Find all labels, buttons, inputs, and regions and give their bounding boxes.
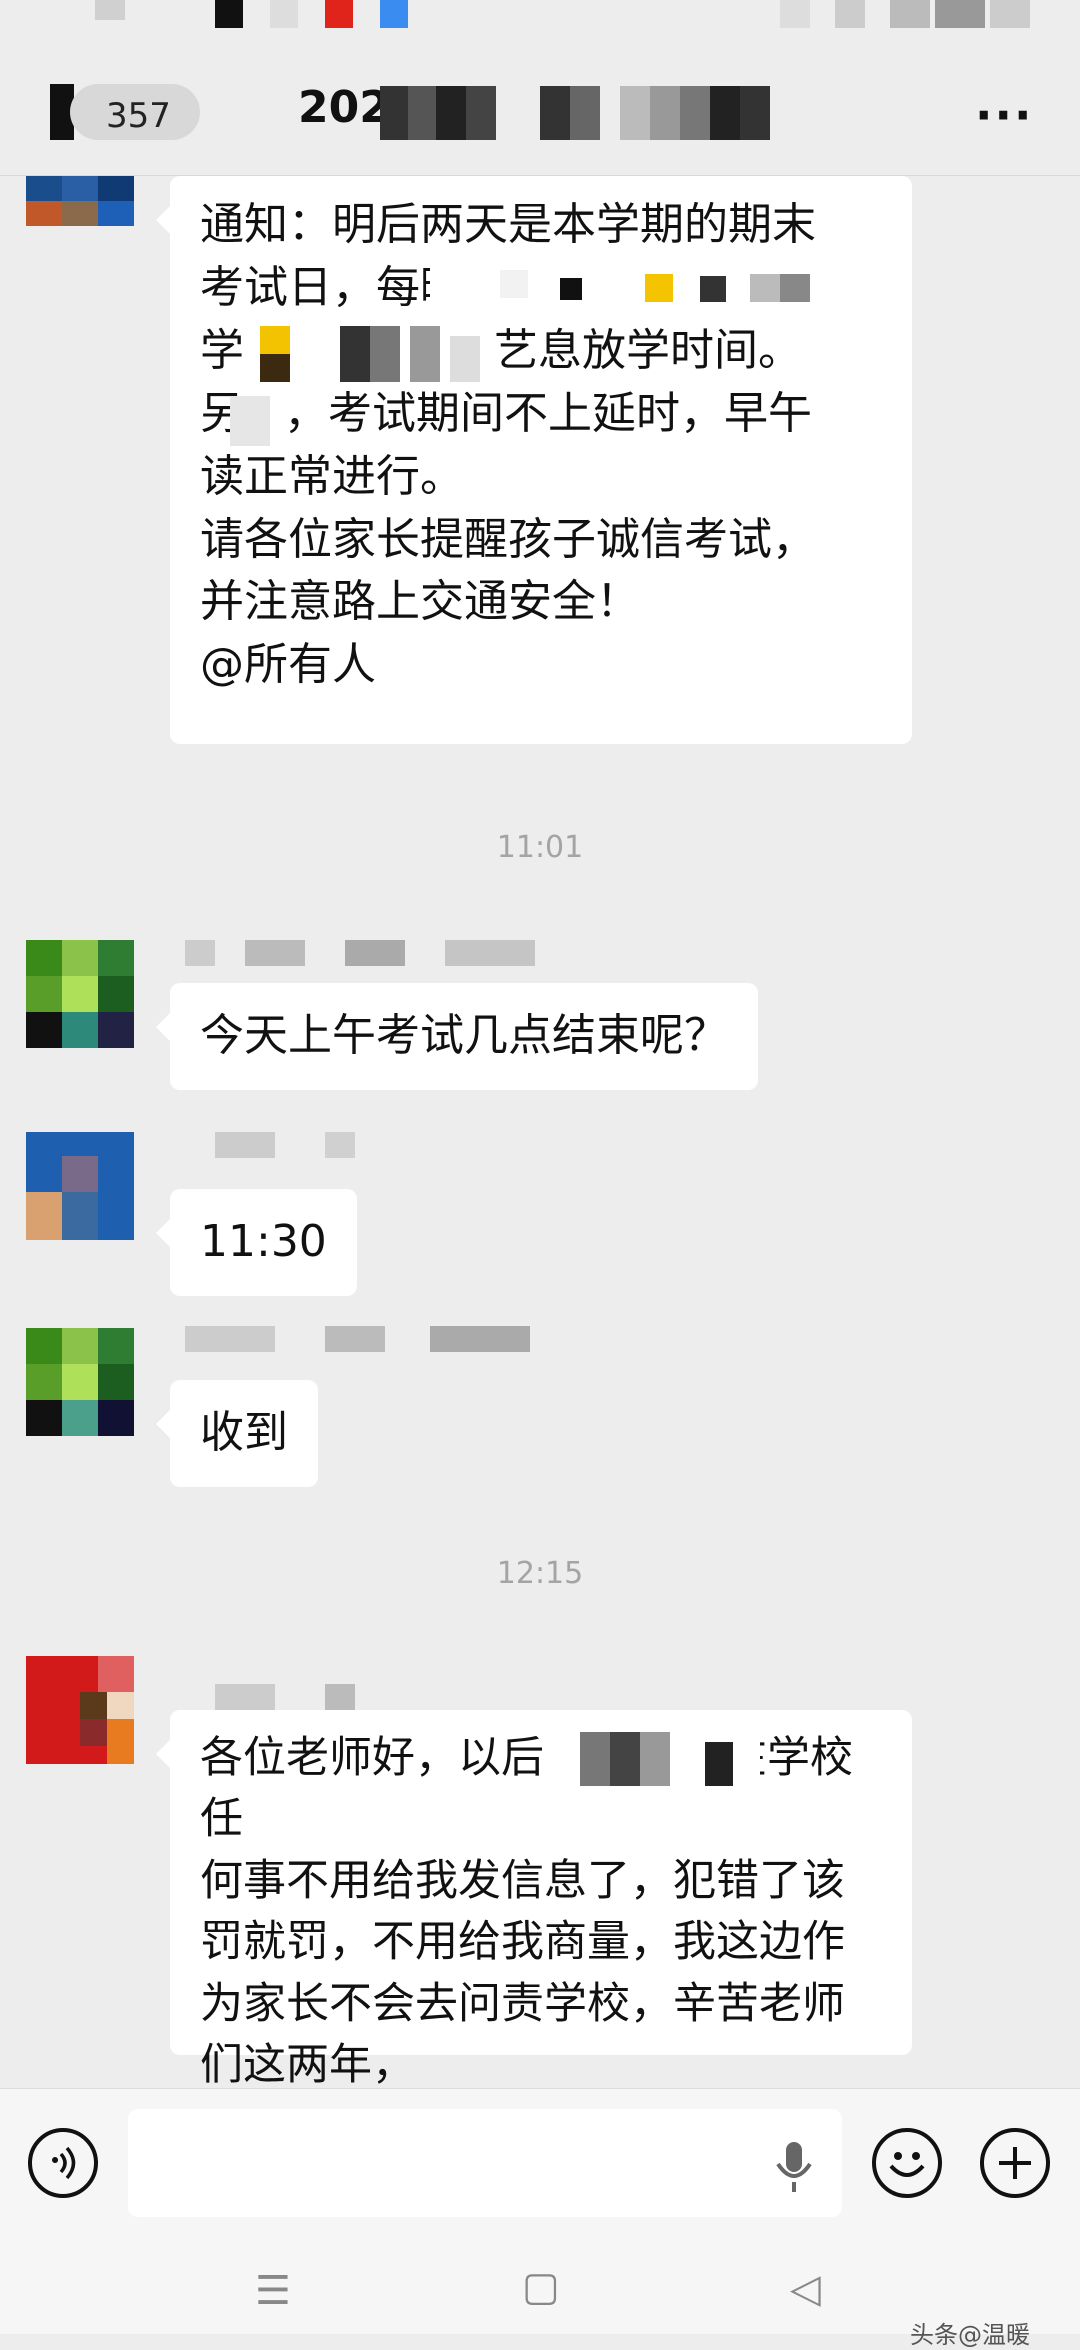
message-text: 11:30 <box>200 1216 327 1267</box>
avatar[interactable] <box>26 176 134 226</box>
censor-mosaic <box>430 260 870 310</box>
sender-name-mosaic <box>185 940 545 968</box>
more-options-button[interactable]: ··· <box>975 88 1033 142</box>
timestamp: 12:15 <box>496 1556 584 1591</box>
message-bubble[interactable]: 收到 <box>156 1380 318 1487</box>
message-line: 何事不用给我发信息了，犯错了该 <box>200 1855 845 1906</box>
sender-name-mosaic <box>185 1132 385 1160</box>
message-input[interactable] <box>128 2109 842 2217</box>
message-line: 各位老师好，以后 在学校任 <box>200 1733 853 1845</box>
message-bubble[interactable]: 通知：明后两天是本学期的期末 考试日，每晌 学艺息放学时间。 另，考试期间不上延… <box>156 176 912 744</box>
menu-icon[interactable]: ☰ <box>255 2268 291 2314</box>
avatar[interactable] <box>26 940 134 1048</box>
message-line: 罚就罚，不用给我商量，我这边作 <box>200 1917 845 1968</box>
emoji-icon <box>889 2152 925 2177</box>
message-line: 通知：明后两天是本学期的期末 <box>200 199 816 250</box>
censor-mosaic <box>580 1732 760 1786</box>
voice-icon <box>52 2146 76 2180</box>
sender-name-mosaic <box>185 1326 545 1354</box>
message-line: 读正常进行。 <box>200 450 464 502</box>
message-line: @所有人 <box>200 639 376 691</box>
message-line: 并注意路上交通安全！ <box>200 576 640 628</box>
emoji-button[interactable] <box>872 2128 942 2198</box>
voice-input-button[interactable] <box>28 2128 98 2198</box>
more-functions-button[interactable] <box>980 2128 1050 2198</box>
timestamp: 11:01 <box>496 830 584 865</box>
chat-header: 357 202 ··· <box>0 40 1080 176</box>
message-line: 另，考试期间不上延时，早午 <box>200 387 812 439</box>
avatar[interactable] <box>26 1132 134 1240</box>
censor-mosaic <box>230 396 270 446</box>
watermark: 头条@温暖 <box>910 2321 1030 2349</box>
message-line: 请各位家长提醒孩子诚信考试， <box>200 513 816 565</box>
message-bubble[interactable]: 各位老师好，以后 在学校任 何事不用给我发信息了，犯错了该 罚就罚，不用给我商量，… <box>156 1710 912 2090</box>
title-mosaic <box>380 86 800 140</box>
chat-title: 202 <box>298 82 390 133</box>
home-icon[interactable]: ▢ <box>522 2264 560 2310</box>
plus-icon <box>999 2147 1031 2179</box>
unread-count: 357 <box>106 96 171 136</box>
microphone-icon[interactable] <box>770 2138 818 2202</box>
back-icon[interactable]: ◁ <box>790 2266 821 2312</box>
avatar[interactable] <box>26 1328 134 1436</box>
message-text: 今天上午考试几点结束呢？ <box>200 1010 728 1061</box>
sender-name-mosaic <box>185 1684 385 1712</box>
message-bubble[interactable]: 11:30 <box>156 1189 357 1296</box>
back-button[interactable]: 357 <box>70 84 200 140</box>
avatar[interactable] <box>26 1656 134 1764</box>
censor-mosaic <box>260 326 490 382</box>
message-text: 收到 <box>200 1407 288 1458</box>
message-line: 为家长不会去问责学校，辛苦老师 <box>200 1978 845 2029</box>
message-bubble[interactable]: 今天上午考试几点结束呢？ <box>156 983 758 1090</box>
status-bar <box>0 0 1080 40</box>
